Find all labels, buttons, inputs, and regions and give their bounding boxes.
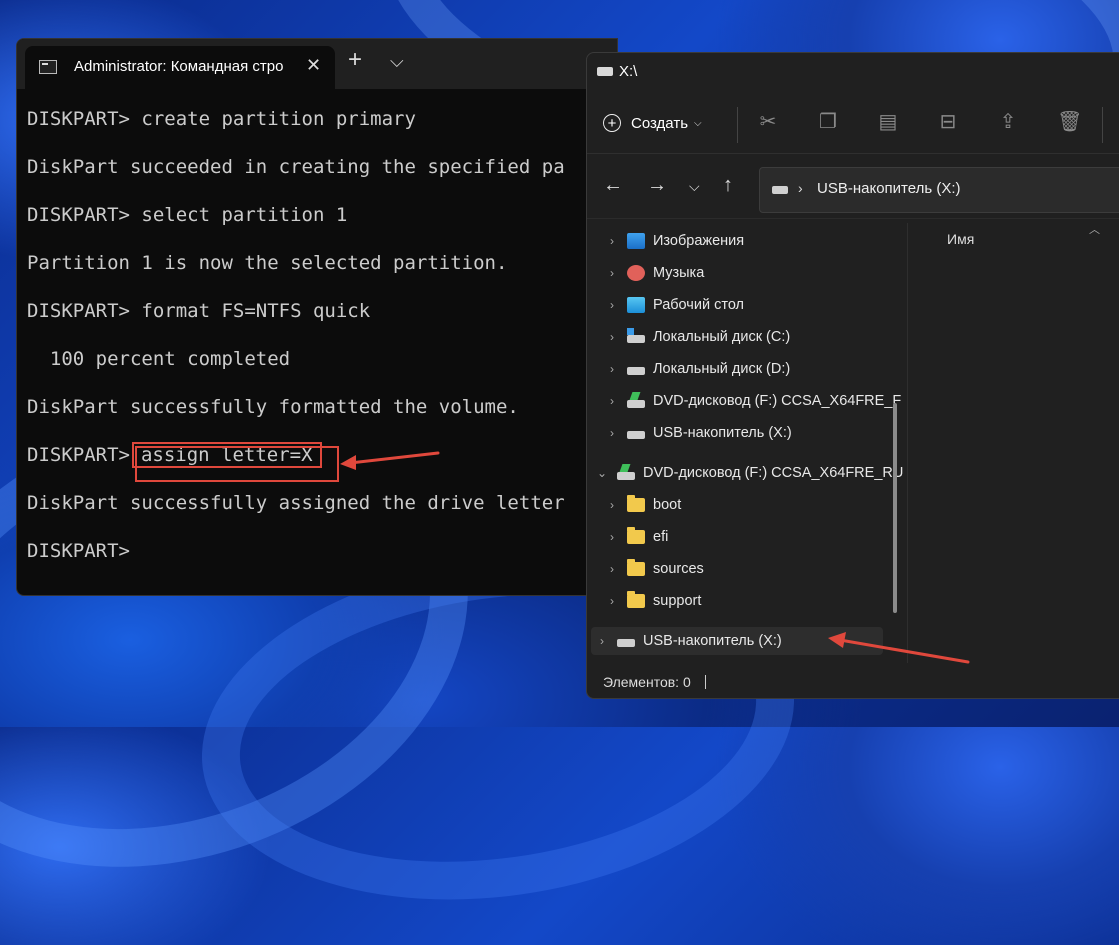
arrow-to-command — [340, 451, 440, 470]
command-highlight-box — [135, 446, 339, 482]
annotation-arrows — [135, 446, 970, 664]
arrow-to-usb-drive — [828, 632, 970, 664]
